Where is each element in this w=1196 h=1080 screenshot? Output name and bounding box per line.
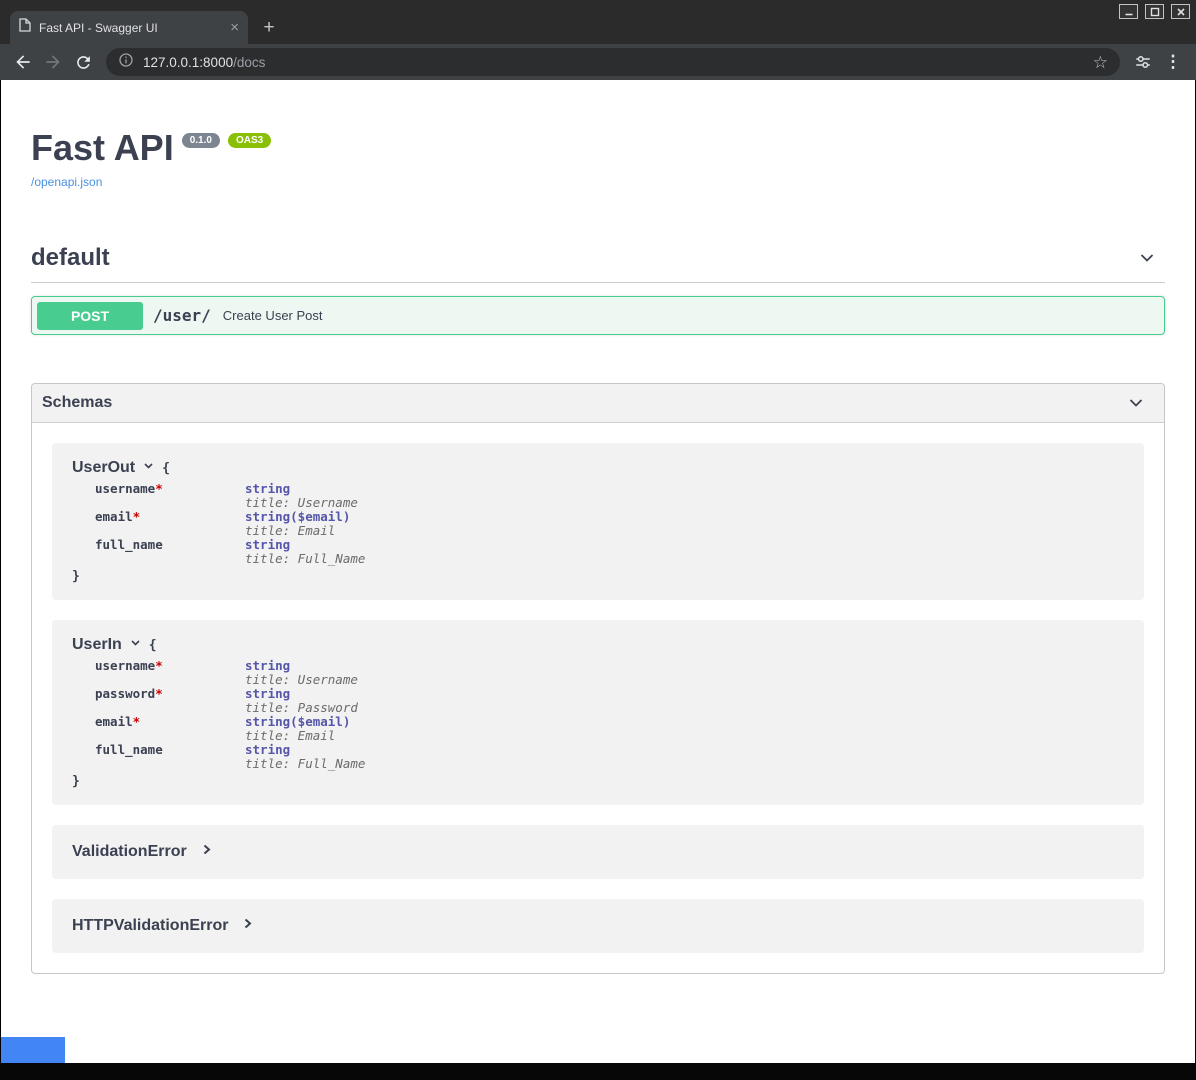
back-button[interactable] [8,47,38,77]
property-title: title: Username [245,496,358,510]
schemas-section: Schemas UserOut { [31,383,1165,974]
model-httpvalidationerror[interactable]: HTTPValidationError [52,899,1144,953]
model-userout-toggle[interactable]: UserOut { [72,459,1124,477]
openapi-spec-link[interactable]: /openapi.json [31,175,102,189]
property-type: string [245,743,365,757]
property-name: password [95,686,155,701]
close-brace: } [72,569,1124,584]
open-brace: { [162,461,170,476]
close-button[interactable] [1171,4,1190,19]
model-userout: UserOut { username* string ti [52,443,1144,600]
property-title: title: Full_Name [245,552,365,566]
swagger-ui: Fast API 0.1.0 OAS3 /openapi.json defaul… [1,80,1195,974]
browser-toolbar: 127.0.0.1:8000/docs ☆ ⋮ [0,44,1196,80]
property-row: email* string($email) title: Email [95,715,1124,743]
browser-tab[interactable]: Fast API - Swagger UI × [10,11,248,44]
model-title: HTTPValidationError [72,917,228,935]
url-text: 127.0.0.1:8000/docs [143,55,265,70]
property-name: full_name [95,742,163,757]
window-titlebar: Fast API - Swagger UI × + [0,0,1196,44]
property-title: title: Username [245,673,358,687]
maximize-button[interactable] [1145,4,1164,19]
property-name: email [95,509,133,524]
property-name: username [95,658,155,673]
property-row: email* string($email) title: Email [95,510,1124,538]
chevron-right-icon [241,917,254,935]
schemas-title: Schemas [42,394,112,412]
tag-section-default[interactable]: default [31,244,1165,283]
page-favicon-icon [19,18,31,37]
forward-button[interactable] [38,47,68,77]
required-star: * [155,686,163,701]
tab-title: Fast API - Swagger UI [39,21,222,35]
bottom-bar [0,1063,1196,1080]
model-properties: username* string title: Username email* … [95,482,1124,566]
chevron-down-icon[interactable] [1126,393,1146,413]
url-path: /docs [233,55,265,70]
schemas-header[interactable]: Schemas [32,384,1164,423]
property-row: full_name string title: Full_Name [95,538,1124,566]
property-title: title: Password [245,701,358,715]
api-info: Fast API 0.1.0 OAS3 /openapi.json [31,80,1165,191]
property-type: string [245,659,358,673]
chevron-down-icon [142,459,155,477]
model-title: ValidationError [72,843,187,861]
model-title: UserIn [72,636,122,654]
property-name: full_name [95,537,163,552]
new-tab-button[interactable]: + [257,16,281,40]
model-userin: UserIn { username* string tit [52,620,1144,805]
property-name: email [95,714,133,729]
required-star: * [133,509,141,524]
property-type: string [245,482,358,496]
property-row: full_name string title: Full_Name [95,743,1124,771]
property-type: string($email) [245,715,350,729]
property-title: title: Email [245,729,350,743]
property-type: string [245,687,358,701]
chevron-right-icon [200,843,213,861]
schemas-body: UserOut { username* string ti [32,423,1164,973]
endpoint-path: /user/ [153,306,211,325]
version-badge: 0.1.0 [182,133,220,148]
address-bar[interactable]: 127.0.0.1:8000/docs ☆ [106,48,1120,76]
property-title: title: Email [245,524,350,538]
property-row: username* string title: Username [95,482,1124,510]
required-star: * [155,658,163,673]
bookmark-star-icon[interactable]: ☆ [1093,54,1108,71]
model-properties: username* string title: Username passwor… [95,659,1124,771]
sliders-icon[interactable] [1128,47,1158,77]
endpoint-post-user[interactable]: POST /user/ Create User Post [31,296,1165,335]
endpoint-summary: Create User Post [223,308,323,323]
method-badge: POST [37,302,143,330]
menu-kebab-icon[interactable]: ⋮ [1158,47,1188,77]
browser-window: Fast API - Swagger UI × + [0,0,1196,1080]
required-star: * [133,714,141,729]
model-validationerror[interactable]: ValidationError [52,825,1144,879]
api-title: Fast API [31,130,174,166]
page-content: Fast API 0.1.0 OAS3 /openapi.json defaul… [1,80,1195,1063]
reload-button[interactable] [68,47,98,77]
window-controls [1119,4,1190,19]
property-type: string [245,538,365,552]
property-type: string($email) [245,510,350,524]
property-title: title: Full_Name [245,757,365,771]
url-host: 127.0.0.1:8000 [143,55,233,70]
status-bubble [1,1037,65,1063]
property-row: username* string title: Username [95,659,1124,687]
open-brace: { [149,638,157,653]
chevron-down-icon[interactable] [1137,248,1157,268]
model-userin-toggle[interactable]: UserIn { [72,636,1124,654]
chevron-down-icon [129,636,142,654]
required-star: * [155,481,163,496]
model-title: UserOut [72,459,135,477]
site-info-icon[interactable] [118,52,134,73]
close-brace: } [72,774,1124,789]
minimize-button[interactable] [1119,4,1138,19]
property-row: password* string title: Password [95,687,1124,715]
tab-close-icon[interactable]: × [230,20,239,35]
tag-title: default [31,244,110,272]
property-name: username [95,481,155,496]
oas3-badge: OAS3 [228,133,271,148]
